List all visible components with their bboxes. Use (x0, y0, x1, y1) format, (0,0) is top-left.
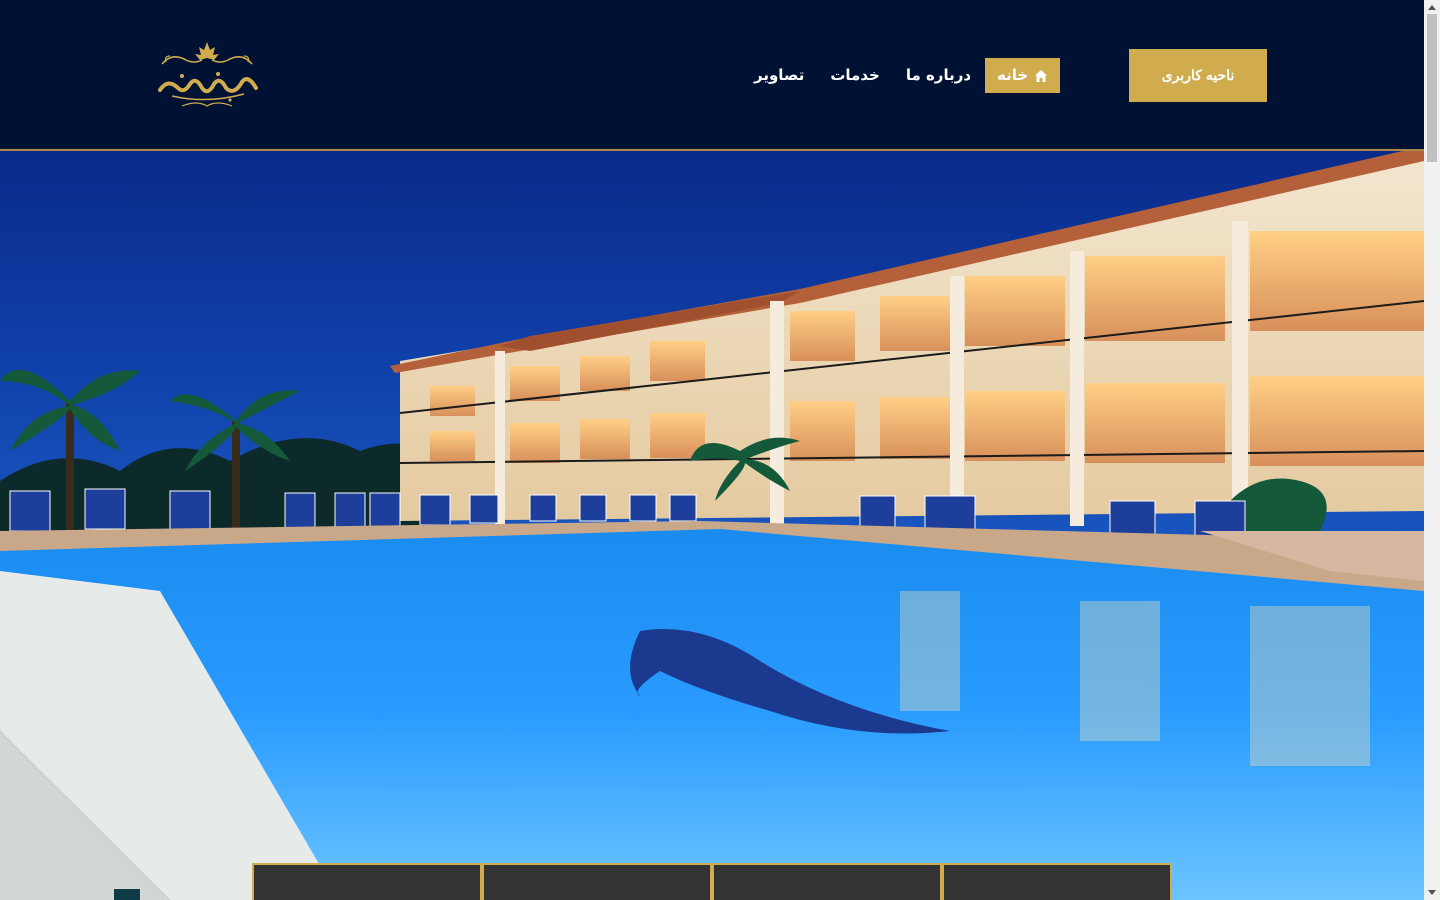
scroll-down-arrow-icon[interactable] (1428, 890, 1436, 895)
scroll-up-arrow-icon[interactable] (1428, 5, 1436, 10)
site-header: خانه درباره ما خدمات تصاویر ناحیه کاربری (0, 0, 1424, 151)
home-icon (1034, 69, 1048, 83)
page-scrollbar[interactable] (1424, 0, 1440, 900)
nav-item-label: تصاویر (754, 66, 805, 84)
hero-image (0, 151, 1424, 900)
nav-item-home[interactable]: خانه (985, 58, 1061, 93)
scroll-top-button[interactable] (113, 888, 141, 900)
nav-item-about[interactable]: درباره ما (894, 58, 983, 93)
nav-item-label: درباره ما (905, 66, 972, 84)
hotel-logo[interactable] (152, 38, 262, 112)
scroll-thumb[interactable] (1427, 14, 1437, 162)
feature-box[interactable] (482, 863, 712, 900)
nav-item-gallery[interactable]: تصاویر (742, 58, 816, 93)
feature-box[interactable] (252, 863, 482, 900)
feature-boxes (252, 863, 1172, 900)
main-nav: خانه درباره ما خدمات تصاویر (740, 58, 1061, 93)
nav-item-label: خدمات (830, 66, 880, 84)
nav-item-services[interactable]: خدمات (818, 58, 891, 93)
feature-box[interactable] (942, 863, 1172, 900)
feature-box[interactable] (712, 863, 942, 900)
user-area-button[interactable]: ناحیه کاربری (1129, 49, 1267, 102)
nav-item-label: خانه (997, 66, 1029, 84)
logo-graphic (158, 42, 258, 107)
